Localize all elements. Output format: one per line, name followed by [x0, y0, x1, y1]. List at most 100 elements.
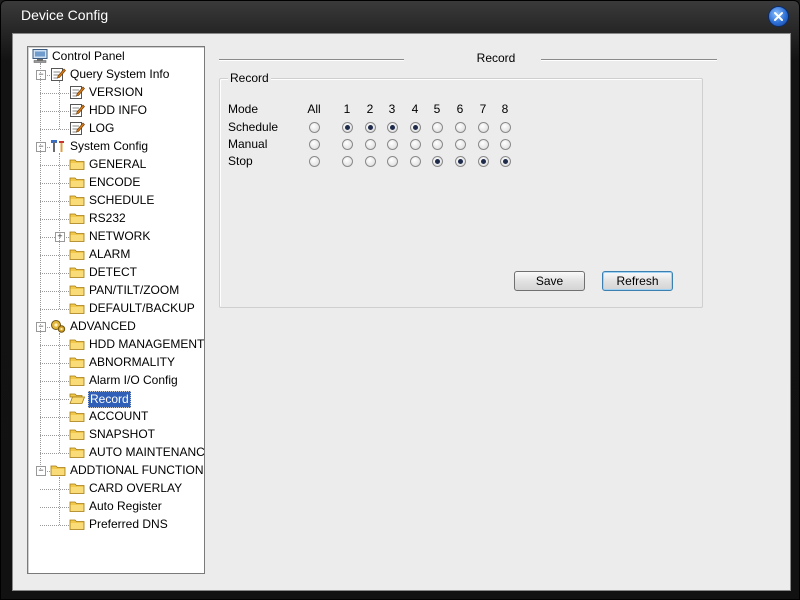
- tree-item-abnormality[interactable]: ABNORMALITY: [28, 354, 204, 371]
- collapse-icon[interactable]: −: [36, 466, 46, 476]
- radio-schedule-7[interactable]: [478, 122, 489, 133]
- save-button[interactable]: Save: [514, 271, 585, 291]
- radio-stop-6[interactable]: [455, 156, 466, 167]
- folder-icon: [69, 445, 85, 459]
- radio-stop-3[interactable]: [387, 156, 398, 167]
- radio-stop-8[interactable]: [500, 156, 511, 167]
- tree-item-label: LOG: [89, 121, 115, 135]
- tree-item-alarm[interactable]: ALARM: [28, 246, 204, 263]
- folder-icon: [69, 499, 85, 513]
- tree-item-label: PAN/TILT/ZOOM: [89, 283, 180, 297]
- folder-icon: [69, 337, 85, 351]
- note-icon: [69, 103, 85, 117]
- tree-connector: [40, 345, 69, 346]
- tools-icon: [50, 139, 66, 153]
- folder-icon: [50, 463, 66, 477]
- channel-header: 4: [411, 102, 419, 116]
- folder-icon: [69, 283, 85, 297]
- radio-manual-6[interactable]: [455, 139, 466, 150]
- tree-item-auto-maintenanc[interactable]: AUTO MAINTENANC: [28, 444, 204, 461]
- tree-connector: [40, 93, 69, 94]
- tree-item-alarm-i-o-config[interactable]: Alarm I/O Config: [28, 372, 204, 389]
- folder-icon: [69, 427, 85, 441]
- close-icon[interactable]: [768, 6, 789, 27]
- radio-schedule-4[interactable]: [410, 122, 421, 133]
- tree-item-account[interactable]: ACCOUNT: [28, 408, 204, 425]
- tree-item-detect[interactable]: DETECT: [28, 264, 204, 281]
- radio-manual-4[interactable]: [410, 139, 421, 150]
- tree-item-query-system-info[interactable]: − Query System Info: [28, 66, 204, 83]
- tree-item-schedule[interactable]: SCHEDULE: [28, 192, 204, 209]
- tree-connector: [40, 363, 69, 364]
- radio-stop-4[interactable]: [410, 156, 421, 167]
- tree-item-label: Alarm I/O Config: [89, 373, 178, 387]
- radio-schedule-all[interactable]: [309, 122, 320, 133]
- tree-item-snapshot[interactable]: SNAPSHOT: [28, 426, 204, 443]
- mode-row-label: Manual: [228, 137, 268, 151]
- collapse-icon[interactable]: −: [36, 142, 46, 152]
- radio-manual-all[interactable]: [309, 139, 320, 150]
- tree-item-hdd-management[interactable]: HDD MANAGEMENT: [28, 336, 204, 353]
- radio-schedule-3[interactable]: [387, 122, 398, 133]
- tree-item-control-panel[interactable]: Control Panel: [28, 48, 204, 65]
- channel-header: 3: [388, 102, 396, 116]
- tree-item-general[interactable]: GENERAL: [28, 156, 204, 173]
- tree-item-addtional-function[interactable]: − ADDTIONAL FUNCTION: [28, 462, 204, 479]
- tree-connector: [40, 291, 69, 292]
- tree-item-network[interactable]: + NETWORK: [28, 228, 204, 245]
- tree-item-label: Control Panel: [52, 49, 125, 63]
- tree-item-advanced[interactable]: − ADVANCED: [28, 318, 204, 335]
- tree-connector: [40, 273, 69, 274]
- radio-manual-7[interactable]: [478, 139, 489, 150]
- tree-item-log[interactable]: LOG: [28, 120, 204, 137]
- tree-item-preferred-dns[interactable]: Preferred DNS: [28, 516, 204, 533]
- tree-item-hdd-info[interactable]: HDD INFO: [28, 102, 204, 119]
- radio-stop-1[interactable]: [342, 156, 353, 167]
- tree-item-record[interactable]: Record: [28, 390, 204, 408]
- radio-manual-8[interactable]: [500, 139, 511, 150]
- navigation-tree[interactable]: Control Panel − Query System Info VERSION HD…: [27, 46, 205, 574]
- channel-header: All: [307, 102, 321, 116]
- collapse-icon[interactable]: −: [36, 322, 46, 332]
- radio-stop-all[interactable]: [309, 156, 320, 167]
- radio-stop-5[interactable]: [432, 156, 443, 167]
- radio-manual-1[interactable]: [342, 139, 353, 150]
- tree-connector: [40, 183, 69, 184]
- radio-schedule-6[interactable]: [455, 122, 466, 133]
- folder-icon: [69, 517, 85, 531]
- tree-item-rs232[interactable]: RS232: [28, 210, 204, 227]
- tree-item-encode[interactable]: ENCODE: [28, 174, 204, 191]
- radio-schedule-2[interactable]: [365, 122, 376, 133]
- tree-item-system-config[interactable]: − System Config: [28, 138, 204, 155]
- tree-item-label: DEFAULT/BACKUP: [89, 301, 195, 315]
- radio-schedule-1[interactable]: [342, 122, 353, 133]
- tree-item-label: Record: [88, 391, 131, 408]
- tree-connector: [40, 453, 69, 454]
- tree-connector: [40, 525, 69, 526]
- radio-stop-2[interactable]: [365, 156, 376, 167]
- tree-item-label: ALARM: [89, 247, 131, 261]
- tree-item-label: Preferred DNS: [89, 517, 168, 531]
- radio-manual-3[interactable]: [387, 139, 398, 150]
- radio-manual-5[interactable]: [432, 139, 443, 150]
- channel-header: 1: [343, 102, 351, 116]
- folder-icon: [69, 373, 85, 387]
- tree-item-label: ABNORMALITY: [89, 355, 176, 369]
- tree-item-version[interactable]: VERSION: [28, 84, 204, 101]
- tree-guide: [59, 477, 60, 525]
- expand-icon[interactable]: +: [55, 232, 65, 242]
- tree-item-default-backup[interactable]: DEFAULT/BACKUP: [28, 300, 204, 317]
- tree-item-label: AUTO MAINTENANC: [89, 445, 205, 459]
- radio-stop-7[interactable]: [478, 156, 489, 167]
- refresh-button[interactable]: Refresh: [602, 271, 673, 291]
- channel-header: 8: [501, 102, 509, 116]
- tree-item-auto-register[interactable]: Auto Register: [28, 498, 204, 515]
- radio-schedule-8[interactable]: [500, 122, 511, 133]
- tree-connector: [40, 489, 69, 490]
- tree-item-pan-tilt-zoom[interactable]: PAN/TILT/ZOOM: [28, 282, 204, 299]
- collapse-icon[interactable]: −: [36, 70, 46, 80]
- radio-manual-2[interactable]: [365, 139, 376, 150]
- title-bar[interactable]: Device Config: [1, 1, 799, 31]
- tree-item-card-overlay[interactable]: CARD OVERLAY: [28, 480, 204, 497]
- radio-schedule-5[interactable]: [432, 122, 443, 133]
